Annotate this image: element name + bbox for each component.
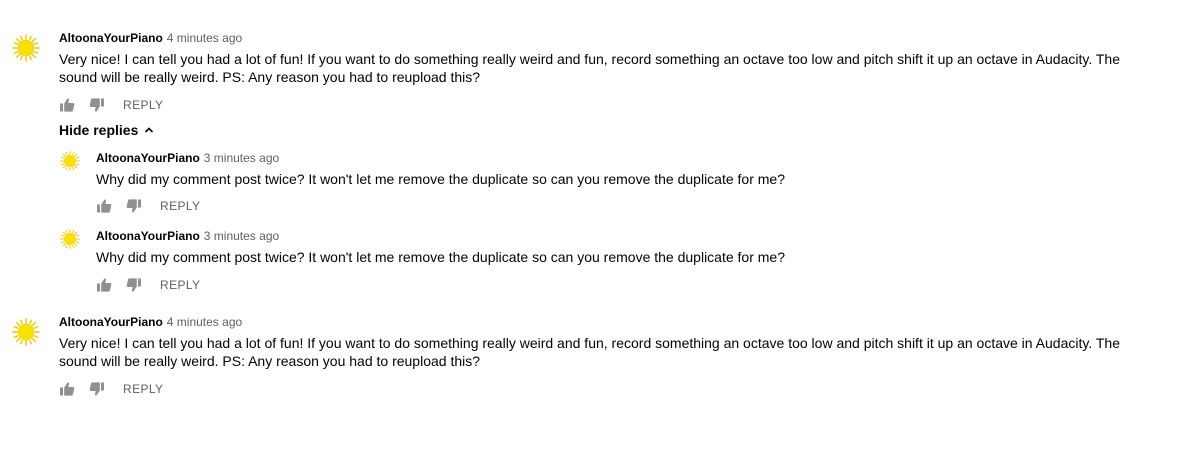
- hide-replies-button[interactable]: Hide replies: [59, 122, 154, 138]
- reply-text: Why did my comment post twice? It won't …: [96, 171, 785, 187]
- comment-header: AltoonaYourPiano 4 minutes ago: [59, 30, 242, 46]
- sun-avatar-icon[interactable]: [12, 34, 40, 62]
- author-name[interactable]: AltoonaYourPiano: [59, 315, 163, 329]
- comment-actions: REPLY: [59, 95, 163, 115]
- sun-avatar-icon[interactable]: [60, 151, 80, 171]
- thumbs-down-icon[interactable]: [89, 97, 105, 113]
- thumbs-up-icon[interactable]: [96, 277, 112, 293]
- sun-avatar-icon[interactable]: [12, 318, 40, 346]
- comment-timestamp[interactable]: 4 minutes ago: [167, 31, 242, 45]
- reply-button[interactable]: REPLY: [160, 199, 200, 213]
- reply-text: Why did my comment post twice? It won't …: [96, 249, 785, 265]
- reply-button[interactable]: REPLY: [160, 278, 200, 292]
- comment-text: Very nice! I can tell you had a lot of f…: [59, 335, 1120, 369]
- reply-timestamp[interactable]: 3 minutes ago: [204, 229, 279, 243]
- thumbs-down-icon[interactable]: [89, 381, 105, 397]
- comment-timestamp[interactable]: 4 minutes ago: [167, 315, 242, 329]
- author-name[interactable]: AltoonaYourPiano: [96, 229, 200, 243]
- thumbs-up-icon[interactable]: [59, 381, 75, 397]
- comment-actions: REPLY: [59, 379, 163, 399]
- thumbs-down-icon[interactable]: [126, 198, 142, 214]
- chevron-up-icon: [145, 127, 154, 133]
- sun-avatar-icon[interactable]: [60, 229, 80, 249]
- comment-header: AltoonaYourPiano 4 minutes ago: [59, 314, 242, 330]
- thumbs-up-icon[interactable]: [59, 97, 75, 113]
- hide-replies-label: Hide replies: [59, 122, 139, 138]
- thumbs-down-icon[interactable]: [126, 277, 142, 293]
- reply-header: AltoonaYourPiano 3 minutes ago: [96, 228, 279, 244]
- author-name[interactable]: AltoonaYourPiano: [96, 151, 200, 165]
- reply-timestamp[interactable]: 3 minutes ago: [204, 151, 279, 165]
- reply-button[interactable]: REPLY: [123, 382, 163, 396]
- reply-button[interactable]: REPLY: [123, 98, 163, 112]
- comment-text: Very nice! I can tell you had a lot of f…: [59, 51, 1120, 85]
- reply-actions: REPLY: [96, 275, 200, 295]
- reply-actions: REPLY: [96, 196, 200, 216]
- thumbs-up-icon[interactable]: [96, 198, 112, 214]
- author-name[interactable]: AltoonaYourPiano: [59, 31, 163, 45]
- reply-header: AltoonaYourPiano 3 minutes ago: [96, 150, 279, 166]
